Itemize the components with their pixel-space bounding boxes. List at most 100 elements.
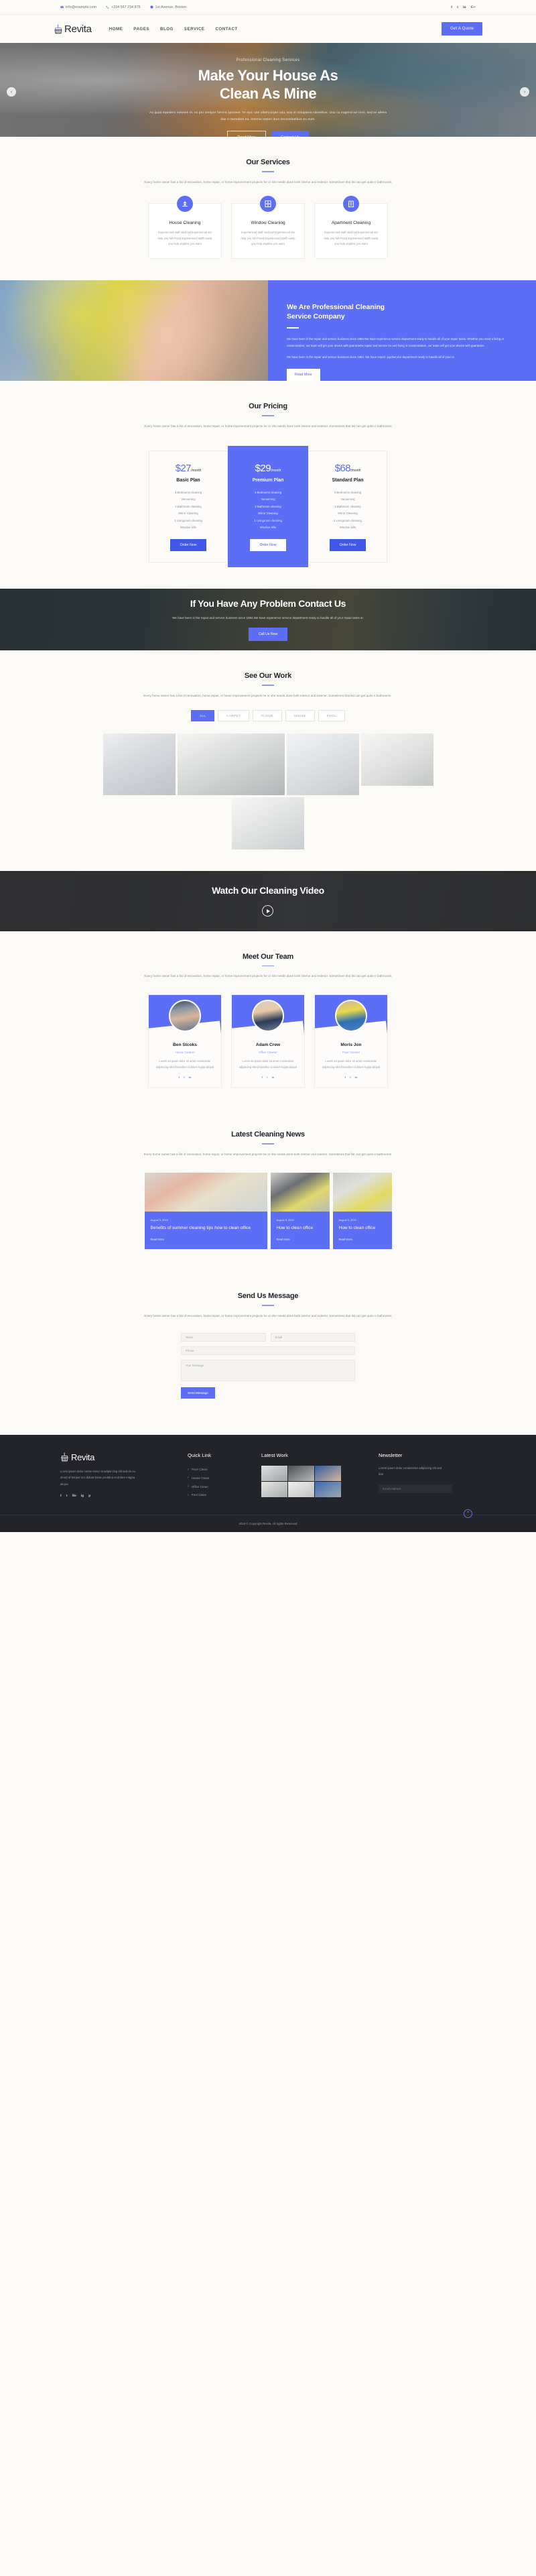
filter-carpet[interactable]: CARPET (218, 709, 250, 721)
apartment-cleaning-icon (343, 195, 359, 212)
portfolio-item[interactable] (286, 733, 359, 795)
team-title: Meet Our Team (242, 952, 294, 961)
linkedin-icon[interactable]: in (463, 5, 466, 9)
phone-input[interactable]: Phone (181, 1346, 355, 1355)
nav-item-pages[interactable]: PAGES (133, 27, 149, 32)
contact-cta-band: If You Have Any Problem Contact Us We ha… (0, 588, 536, 650)
twitter-icon[interactable]: t (66, 1494, 68, 1498)
filter-pool[interactable]: POOL (318, 709, 346, 721)
plan-feature: Mirror Cleaning (338, 512, 358, 516)
contact-phone[interactable]: +234 567 234 875 (106, 5, 141, 9)
blog-read-more-link[interactable]: Read More (339, 1238, 386, 1241)
blog-read-more-link[interactable]: Read More (277, 1238, 324, 1241)
work-thumbnail[interactable] (315, 1481, 341, 1497)
contact-email[interactable]: info@example.com (60, 5, 96, 9)
play-button-icon[interactable] (262, 905, 274, 917)
linkedin-icon[interactable]: in (272, 1075, 275, 1079)
blog-post-card[interactable]: August 5, 2019 How to clean office Read … (270, 1173, 330, 1249)
facebook-icon[interactable]: f (345, 1075, 346, 1079)
message-textarea[interactable]: Your Message (181, 1359, 355, 1381)
plan-feature: 3 Bedrooms cleaning (334, 490, 362, 494)
email-input[interactable]: Email (270, 1332, 355, 1342)
blog-post-card[interactable]: August 5, 2019 How to clean office Read … (332, 1173, 392, 1249)
price-amount: $27 (175, 462, 192, 474)
nav-item-contact[interactable]: CONTACT (215, 27, 237, 32)
order-now-button[interactable]: Order Now (250, 538, 286, 551)
plan-feature: 1 Livingroom cleaning (254, 518, 282, 522)
contact-address[interactable]: 1st Avenue, Boston (149, 5, 186, 9)
twitter-icon[interactable]: t (184, 1075, 185, 1079)
portfolio-item[interactable] (360, 733, 433, 786)
footer-brand-logo[interactable]: Revita (60, 1452, 188, 1462)
pricing-card-basic: $27/month Basic Plan 3 Bedrooms cleaning… (149, 450, 228, 563)
behance-icon[interactable]: Be (72, 1494, 76, 1498)
blog-post-title: How to clean office (338, 1226, 376, 1231)
blog-post-card[interactable]: August 5, 2019 Benefits of summer cleani… (144, 1173, 267, 1249)
work-thumbnail[interactable] (315, 1465, 341, 1481)
filter-house[interactable]: HOUSE (285, 709, 315, 721)
blog-post-date: August 5, 2019 (276, 1218, 294, 1222)
facebook-icon[interactable]: f (262, 1075, 263, 1079)
google-plus-icon[interactable]: G+ (471, 5, 476, 9)
pinterest-icon[interactable]: p (88, 1494, 90, 1498)
footer-quicklinks-list: Floor Clean House Clean Office Clean Poo… (188, 1466, 261, 1500)
hero-next-arrow[interactable]: › (520, 87, 529, 97)
footer-link-house-clean[interactable]: House Clean (188, 1474, 261, 1482)
page-root: info@example.com +234 567 234 875 1st Av… (0, 0, 536, 1532)
portfolio-item[interactable] (103, 733, 176, 795)
instagram-icon[interactable]: ig (81, 1494, 84, 1498)
plan-feature: Vacuuming (181, 497, 196, 502)
hero-contact-us-button[interactable]: Contact Us (271, 130, 309, 137)
linkedin-icon[interactable]: in (189, 1075, 192, 1079)
nav-item-blog[interactable]: BLOG (160, 27, 174, 32)
facebook-icon[interactable]: f (60, 1494, 62, 1498)
footer-newsletter-heading: Newsletter (379, 1452, 403, 1458)
hero-read-more-button[interactable]: Read More (227, 130, 266, 137)
services-section: Our Services Every home owner has a list… (0, 137, 536, 280)
hero-prev-arrow[interactable]: ‹ (7, 87, 16, 97)
blog-read-more-link[interactable]: Read More (151, 1238, 261, 1241)
filter-all[interactable]: ALL (190, 709, 215, 721)
twitter-icon[interactable]: t (267, 1075, 268, 1079)
service-card[interactable]: Apartment Cleaning Experienced staff rea… (314, 195, 388, 259)
twitter-icon[interactable]: t (350, 1075, 351, 1079)
work-thumbnail[interactable] (288, 1465, 314, 1481)
footer-link-office-clean[interactable]: Office Clean (188, 1482, 261, 1491)
portfolio-item[interactable] (232, 797, 304, 850)
facebook-icon[interactable]: f (179, 1075, 180, 1079)
get-a-quote-button[interactable]: Get A Quote (442, 22, 482, 36)
work-thumbnail[interactable] (288, 1481, 314, 1497)
service-card[interactable]: House Cleaning Experienced staff read na… (148, 195, 222, 259)
name-input[interactable]: Name (181, 1332, 266, 1342)
nav-item-service[interactable]: SERVICE (184, 27, 205, 32)
call-us-now-button[interactable]: Call Us Now (248, 628, 288, 642)
service-card[interactable]: Window Cleaning Experienced staff read n… (231, 195, 305, 259)
plan-feature: 3 Bedrooms cleaning (174, 490, 202, 494)
order-now-button[interactable]: Order Now (170, 538, 206, 551)
nav-menu: HOME PAGES BLOG SERVICE CONTACT (109, 27, 238, 32)
portfolio-item[interactable] (177, 733, 285, 795)
work-thumbnail[interactable] (261, 1465, 287, 1481)
team-member-card: Adam Crew Office Cleaner Lorem as ipsum … (231, 994, 305, 1088)
scroll-to-top-icon[interactable]: ^ (464, 1509, 472, 1518)
service-text: Experienced staff read nal Experienced s… (241, 230, 295, 246)
price-period: /month (191, 468, 202, 473)
video-section: Watch Our Cleaning Video (0, 870, 536, 931)
work-thumbnail[interactable] (261, 1481, 287, 1497)
footer-quicklinks-heading: Quick Link (188, 1452, 212, 1458)
brand-logo[interactable]: Revita (54, 23, 92, 35)
order-now-button[interactable]: Order Now (330, 538, 366, 551)
twitter-icon[interactable]: t (457, 5, 458, 9)
nav-item-home[interactable]: HOME (109, 27, 123, 32)
team-member-name: Moris Jon (340, 1043, 362, 1048)
footer-link-pool-clean[interactable]: Pool Clean (188, 1491, 261, 1500)
linkedin-icon[interactable]: in (355, 1075, 358, 1079)
send-message-button[interactable]: Send Message (181, 1387, 215, 1399)
footer-link-floor-clean[interactable]: Floor Clean (188, 1466, 261, 1474)
about-read-more-button[interactable]: Read More (287, 369, 320, 382)
hero-kicker: Professional Cleaning Services (236, 58, 300, 62)
facebook-icon[interactable]: f (451, 5, 452, 9)
filter-floor[interactable]: FLOOR (253, 709, 282, 721)
brand-name: Revita (64, 23, 92, 35)
newsletter-email-input[interactable]: Email Address (379, 1484, 452, 1493)
